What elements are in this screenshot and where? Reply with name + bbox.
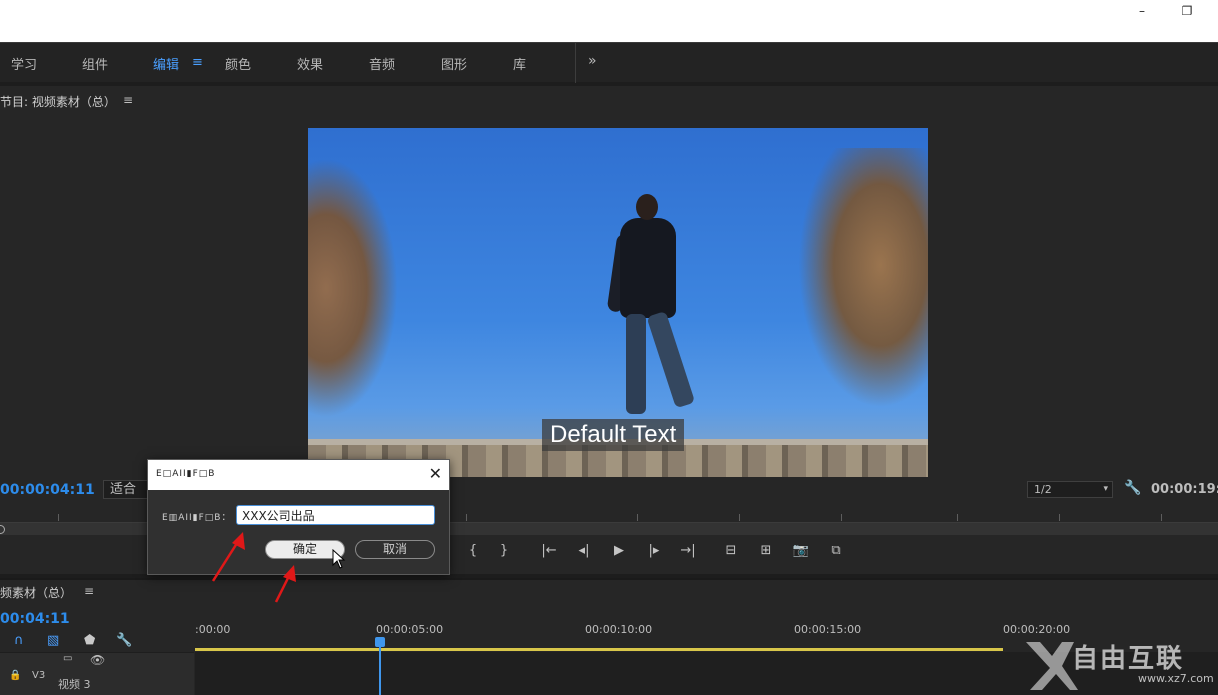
watermark-x-icon (1026, 642, 1078, 690)
timeline-timecode[interactable]: 00:04:11 (0, 611, 70, 627)
wrench-icon[interactable]: 🔧 (1124, 480, 1141, 496)
tab-libraries[interactable]: 库 (513, 54, 526, 73)
lock-icon[interactable]: 🔒 (9, 670, 21, 681)
tab-learn[interactable]: 学习 (11, 54, 37, 73)
playhead-timecode[interactable]: 00:00:04:11 (0, 482, 95, 498)
walking-person (606, 194, 698, 444)
more-workspaces-icon[interactable]: » (588, 53, 597, 69)
name-field-label: E▥AII▮F□B： (162, 513, 232, 523)
zoom-select-value: 适合 (110, 482, 137, 497)
ruler-label: 00:00:10:00 (585, 623, 653, 636)
chevron-down-icon: ▾ (1103, 484, 1108, 494)
zoom-select[interactable]: 适合 (103, 480, 151, 499)
caption-text[interactable]: Default Text (542, 419, 685, 451)
snap-icon[interactable]: ∩ (14, 633, 24, 648)
ruler-label: 00:00:05:00 (376, 623, 444, 636)
window-titlebar: – ❐ (0, 0, 1218, 42)
dialog-titlebar: E□AII▮F□B ✕ (148, 460, 449, 490)
watermark-logo: 自由互联 www.xz7.com (1020, 634, 1218, 695)
go-to-out-button[interactable]: →| (677, 543, 699, 558)
tab-editing[interactable]: 编辑 (153, 54, 179, 73)
extract-button[interactable]: ⊞ (755, 543, 777, 558)
playhead-line (379, 645, 381, 695)
rename-dialog: E□AII▮F□B ✕ E▥AII▮F□B： 确定 取消 (147, 459, 450, 575)
tab-audio[interactable]: 音频 (369, 54, 395, 73)
resolution-select[interactable]: 1/2 ▾ (1027, 481, 1113, 498)
add-marker-icon[interactable]: ⬟ (84, 633, 95, 648)
cancel-button[interactable]: 取消 (355, 540, 435, 559)
track-header-v3: 🔒 V3 ▭ 👁 视频 3 (0, 652, 194, 695)
tab-graphics[interactable]: 图形 (441, 54, 467, 73)
go-to-in-button[interactable]: |← (538, 543, 560, 558)
watermark-url: www.xz7.com (1138, 672, 1214, 685)
mark-out-button[interactable]: } (493, 543, 515, 558)
tab-divider (575, 43, 576, 83)
watermark-text: 自由互联 (1072, 644, 1185, 674)
close-icon[interactable]: ✕ (429, 464, 442, 483)
track-label: 视频 3 (58, 678, 91, 691)
tab-effects[interactable]: 效果 (297, 54, 323, 73)
scrub-handle[interactable] (0, 525, 5, 534)
tab-assembly[interactable]: 组件 (82, 54, 108, 73)
track-name[interactable]: V3 (32, 670, 45, 681)
restore-button[interactable]: ❐ (1172, 2, 1202, 20)
work-area-bar[interactable] (195, 648, 1003, 651)
tree-left (308, 158, 398, 418)
eye-icon[interactable]: 👁 (90, 653, 105, 667)
minimize-button[interactable]: – (1127, 2, 1157, 20)
toggle-sync-icon[interactable]: ▭ (63, 653, 72, 664)
program-panel-menu-icon[interactable]: ≡ (123, 93, 133, 107)
tree-right (798, 148, 928, 408)
program-monitor-title[interactable]: 节目: 视频素材（总） (0, 93, 116, 110)
ruler-label: 00:00:15:00 (794, 623, 862, 636)
lift-button[interactable]: ⊟ (720, 543, 742, 558)
play-button[interactable]: ▶ (608, 543, 630, 558)
duration-timecode: 00:00:19:0 (1151, 482, 1218, 497)
dialog-title: E□AII▮F□B (156, 469, 216, 479)
timeline-title[interactable]: 频素材（总） (0, 584, 72, 601)
ok-button[interactable]: 确定 (265, 540, 345, 559)
workspace-menu-icon[interactable]: ≡ (192, 55, 203, 70)
timeline-panel-menu-icon[interactable]: ≡ (84, 584, 94, 598)
timeline-settings-wrench-icon[interactable]: 🔧 (116, 633, 132, 648)
step-forward-button[interactable]: |▸ (643, 543, 665, 558)
resolution-value: 1/2 (1034, 483, 1052, 496)
mark-in-button[interactable]: { (462, 543, 484, 558)
step-back-button[interactable]: ◂| (573, 543, 595, 558)
linked-selection-icon[interactable]: ▧ (47, 633, 59, 648)
comparison-view-button[interactable]: ⧉ (825, 543, 847, 558)
name-input[interactable] (236, 505, 435, 525)
workspace-bar: 学习 组件 编辑 ≡ 颜色 效果 音频 图形 库 » (0, 42, 1218, 83)
export-frame-button[interactable]: 📷 (790, 543, 812, 558)
tab-color[interactable]: 颜色 (225, 54, 251, 73)
ruler-label: :00:00 (195, 623, 231, 636)
